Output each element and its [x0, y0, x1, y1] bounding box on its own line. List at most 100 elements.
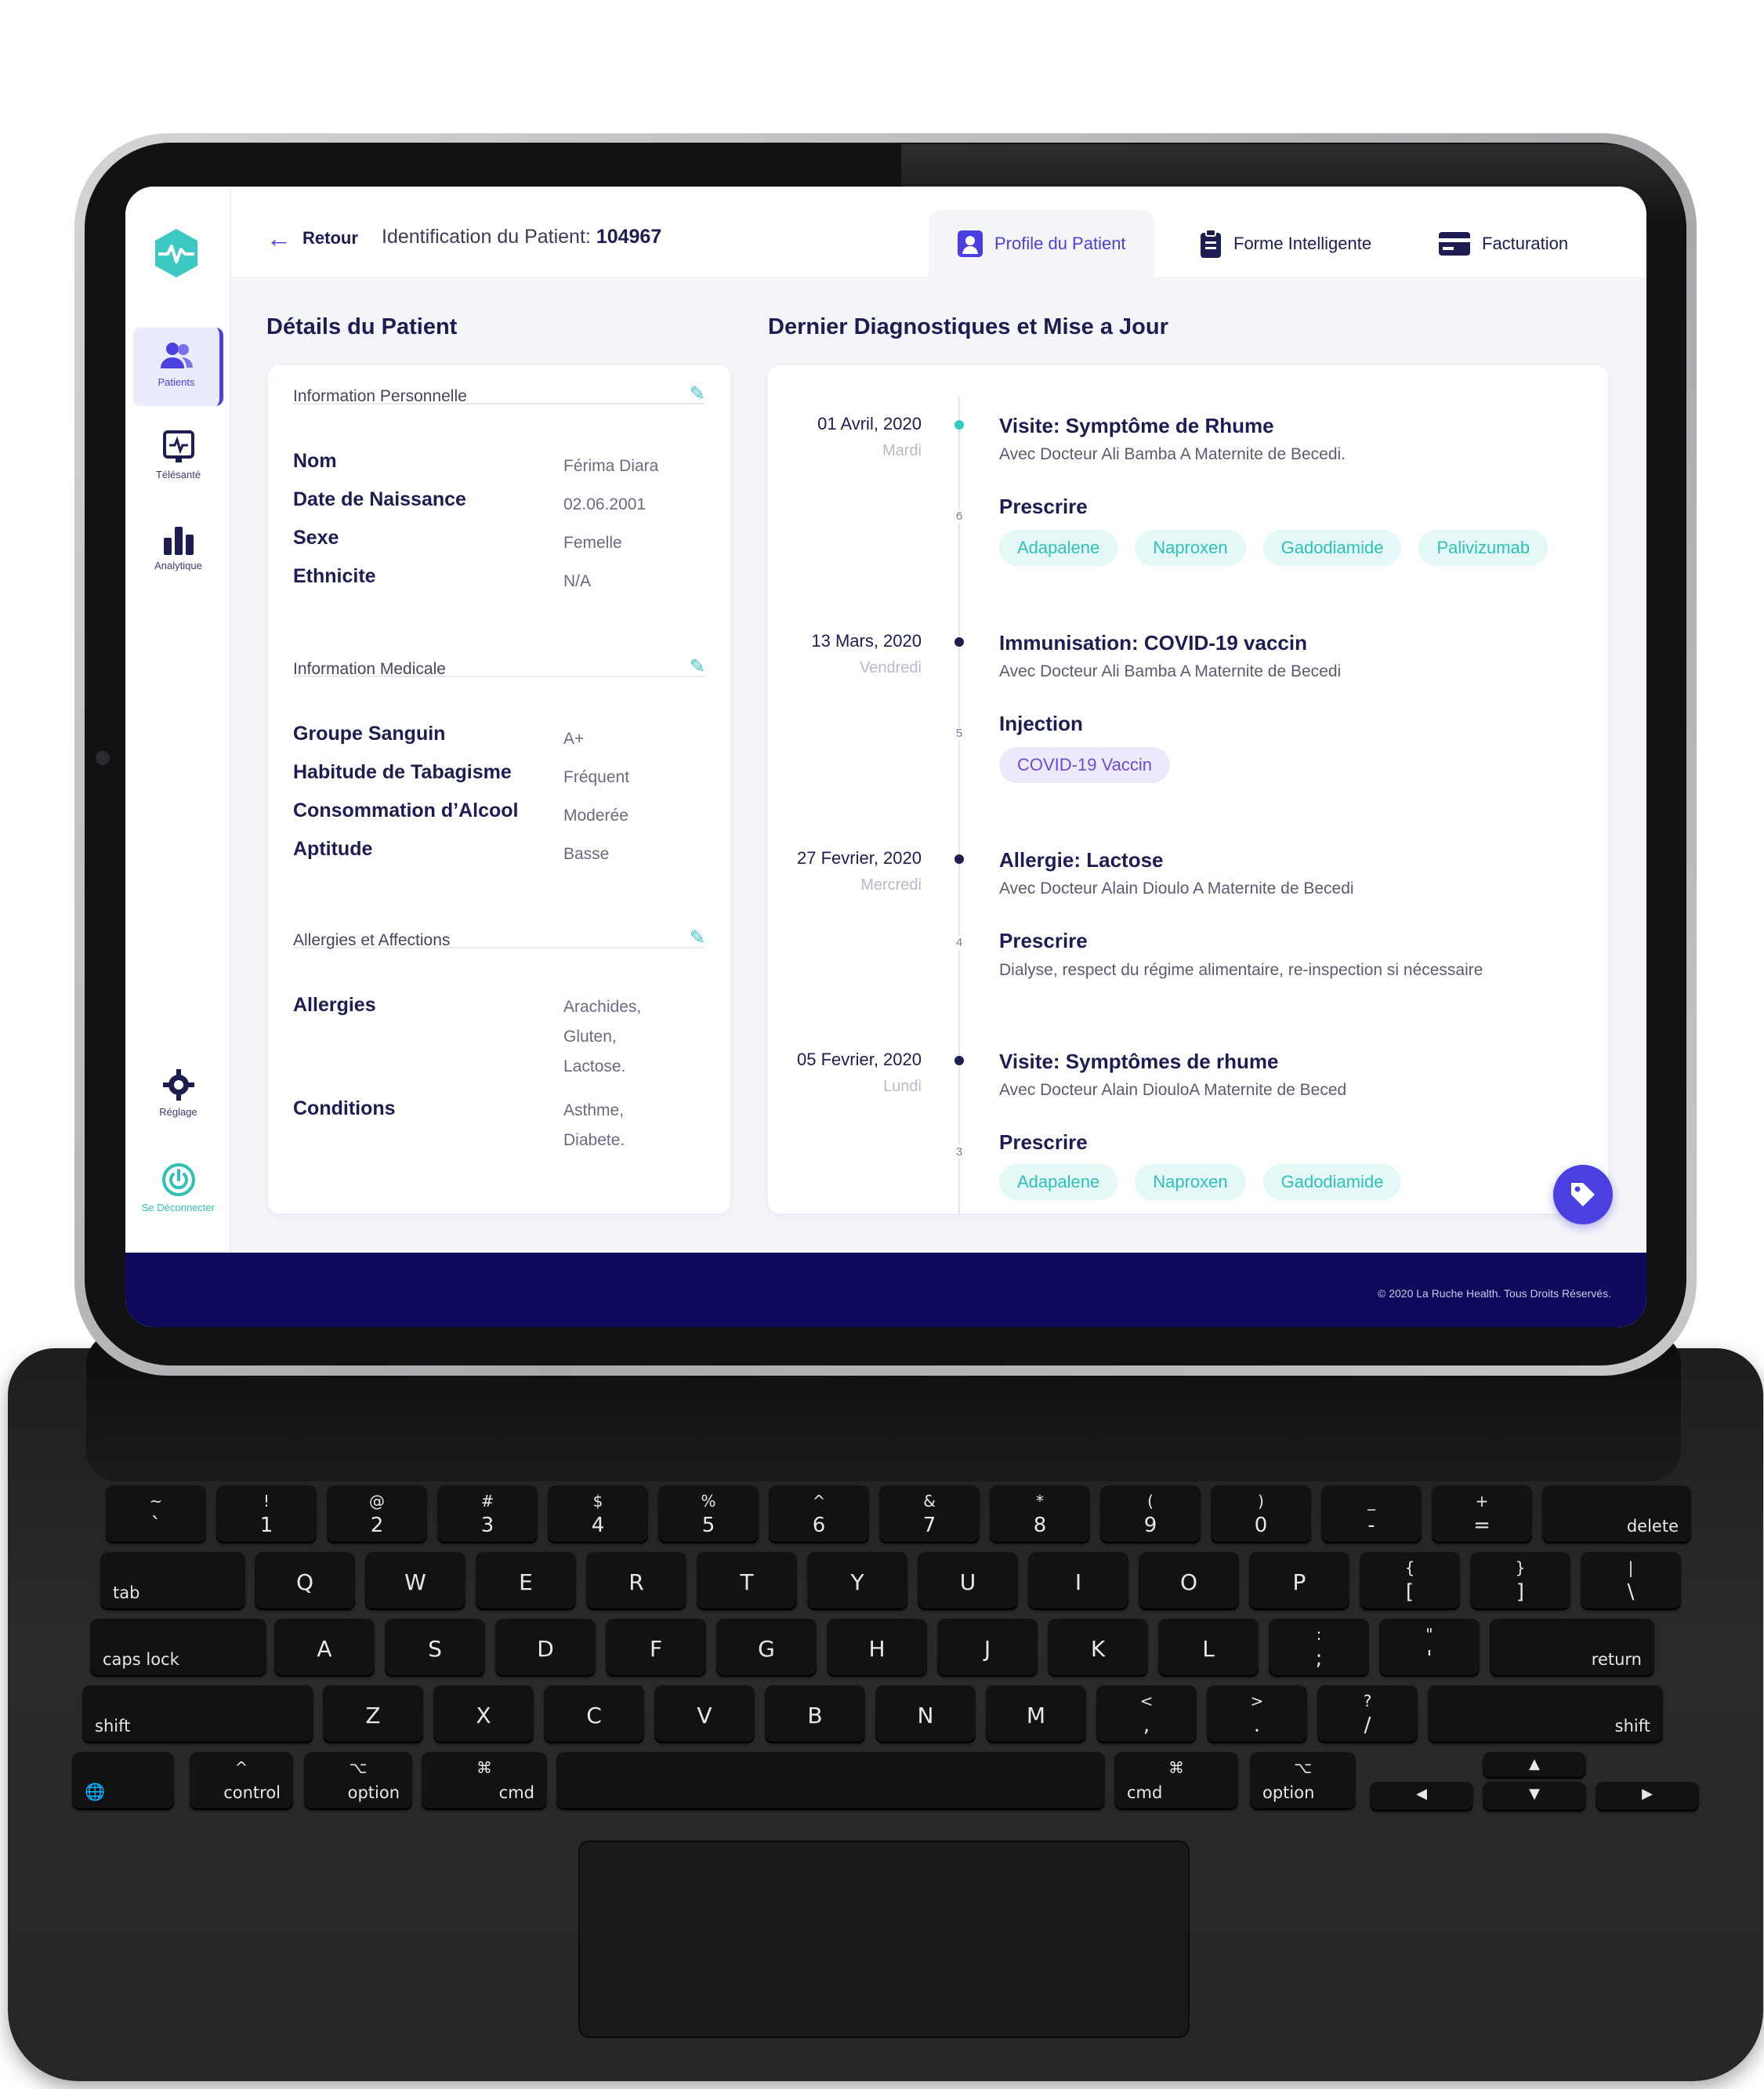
key-arrow-left[interactable]: ◀	[1370, 1782, 1473, 1812]
key-0[interactable]: ) 0	[1211, 1485, 1311, 1543]
key-4[interactable]: $4	[548, 1485, 648, 1543]
sidebar-item-analytique[interactable]: Analytique	[133, 524, 223, 571]
key-arrow-down[interactable]: ▼	[1483, 1782, 1586, 1812]
key-punct[interactable]: :;	[1269, 1619, 1369, 1677]
key-V[interactable]: V	[654, 1685, 755, 1743]
medication-chip[interactable]: Gadodiamide	[1262, 530, 1402, 566]
key-K[interactable]: K	[1048, 1619, 1148, 1677]
info-row: Sexe Femelle	[293, 527, 705, 561]
key-L[interactable]: L	[1158, 1619, 1259, 1677]
pencil-icon[interactable]: ✎	[690, 383, 705, 405]
key-M[interactable]: M	[986, 1685, 1086, 1743]
key-E[interactable]: E	[476, 1552, 576, 1610]
key-legend: &	[923, 1492, 936, 1511]
key-shift-left[interactable]: shift	[82, 1685, 313, 1743]
key-D[interactable]: D	[495, 1619, 596, 1677]
key-shift-right[interactable]: shift	[1428, 1685, 1663, 1743]
tab-profile[interactable]: Profile du Patient	[929, 210, 1154, 277]
key-option-left[interactable]: ⌥ option	[304, 1752, 412, 1810]
pencil-icon[interactable]: ✎	[690, 927, 705, 949]
key-legend: )	[1258, 1492, 1264, 1511]
medical-info-header: Information Medicale ✎	[293, 638, 705, 678]
key-legend: \	[1627, 1580, 1635, 1604]
key-8[interactable]: * 8	[990, 1485, 1090, 1543]
tab-smart-form[interactable]: Forme Intelligente	[1199, 210, 1371, 277]
key-H[interactable]: H	[827, 1619, 927, 1677]
entry-day: Vendredi	[860, 659, 922, 676]
tab-label: Profile du Patient	[994, 233, 1126, 253]
key-O[interactable]: O	[1139, 1552, 1239, 1610]
pencil-icon[interactable]: ✎	[690, 655, 705, 678]
key-legend: O	[1179, 1569, 1198, 1595]
vaccine-chip[interactable]: COVID-19 Vaccin	[999, 747, 1170, 783]
key-5[interactable]: % 5	[658, 1485, 759, 1543]
key-caps-lock[interactable]: caps lock	[90, 1619, 266, 1677]
key-S[interactable]: S	[385, 1619, 485, 1677]
key-legend: ▶	[1642, 1786, 1653, 1802]
key-control[interactable]: ^ control	[190, 1752, 293, 1810]
logout-button[interactable]: Se Déconnecter	[133, 1162, 223, 1213]
key-C[interactable]: C	[544, 1685, 644, 1743]
key-U[interactable]: U	[918, 1552, 1018, 1610]
key-=[interactable]: + =	[1432, 1485, 1532, 1543]
key-punct[interactable]: <,	[1096, 1685, 1197, 1743]
key-6[interactable]: ^ 6	[769, 1485, 869, 1543]
key-cmd-left[interactable]: ⌘ cmd	[422, 1752, 547, 1810]
medication-chip[interactable]: Adapalene	[999, 1164, 1118, 1200]
key-`[interactable]: ~ `	[106, 1485, 206, 1543]
key-legend: ^	[812, 1492, 826, 1511]
trackpad[interactable]	[578, 1841, 1190, 2038]
key-option-right[interactable]: ⌥ option	[1250, 1752, 1356, 1810]
sidebar-item-telesante[interactable]: Télésanté	[133, 430, 223, 481]
key-arrow-right[interactable]: ▶	[1596, 1782, 1699, 1812]
key-R[interactable]: R	[586, 1552, 686, 1610]
key-W[interactable]: W	[365, 1552, 465, 1610]
key-F[interactable]: F	[606, 1619, 706, 1677]
key-Y[interactable]: Y	[807, 1552, 907, 1610]
key-B[interactable]: B	[765, 1685, 865, 1743]
key-legend: J	[983, 1636, 991, 1662]
medication-chip[interactable]: Adapalene	[999, 530, 1118, 566]
key-globe[interactable]: 🌐	[72, 1752, 174, 1810]
key-Q[interactable]: Q	[255, 1552, 355, 1610]
key-cmd-right[interactable]: ⌘ cmd	[1114, 1752, 1238, 1810]
key-return[interactable]: return	[1490, 1619, 1654, 1677]
medication-chip[interactable]: Gadodiamide	[1262, 1164, 1402, 1200]
key-1[interactable]: ! 1	[216, 1485, 317, 1543]
key-J[interactable]: J	[937, 1619, 1038, 1677]
key-tab[interactable]: tab	[100, 1552, 245, 1610]
key-I[interactable]: I	[1028, 1552, 1128, 1610]
key-A[interactable]: A	[274, 1619, 375, 1677]
medication-chip[interactable]: Naproxen	[1135, 1164, 1246, 1200]
key-bracket[interactable]: | \	[1581, 1552, 1681, 1610]
back-button[interactable]: ← Retour	[266, 226, 358, 251]
sidebar-item-reglage[interactable]: Réglage	[133, 1068, 223, 1118]
key--[interactable]: _ -	[1321, 1485, 1422, 1543]
key-legend: caps lock	[103, 1650, 179, 1669]
key-G[interactable]: G	[716, 1619, 817, 1677]
key-2[interactable]: @2	[327, 1485, 427, 1543]
medication-chip[interactable]: Palivizumab	[1418, 530, 1548, 566]
users-icon	[161, 343, 193, 368]
key-punct[interactable]: " '	[1379, 1619, 1480, 1677]
tab-billing[interactable]: Facturation	[1438, 210, 1568, 277]
key-punct[interactable]: >.	[1207, 1685, 1307, 1743]
key-bracket[interactable]: }]	[1470, 1552, 1570, 1610]
sidebar-item-patients[interactable]: Patients	[133, 328, 223, 406]
key-legend: #	[480, 1492, 494, 1511]
key-P[interactable]: P	[1249, 1552, 1349, 1610]
key-T[interactable]: T	[697, 1552, 797, 1610]
key-7[interactable]: & 7	[879, 1485, 980, 1543]
tag-action-button[interactable]	[1553, 1165, 1613, 1224]
key-arrow-up[interactable]: ▲	[1483, 1752, 1586, 1779]
key-N[interactable]: N	[875, 1685, 976, 1743]
key-bracket[interactable]: {[	[1360, 1552, 1460, 1610]
key-punct[interactable]: ? /	[1317, 1685, 1418, 1743]
key-X[interactable]: X	[433, 1685, 534, 1743]
medication-chip[interactable]: Naproxen	[1135, 530, 1246, 566]
key-delete[interactable]: delete	[1542, 1485, 1691, 1543]
key-Z[interactable]: Z	[323, 1685, 423, 1743]
key-space[interactable]	[556, 1752, 1105, 1810]
key-3[interactable]: #3	[437, 1485, 538, 1543]
key-9[interactable]: (9	[1100, 1485, 1201, 1543]
